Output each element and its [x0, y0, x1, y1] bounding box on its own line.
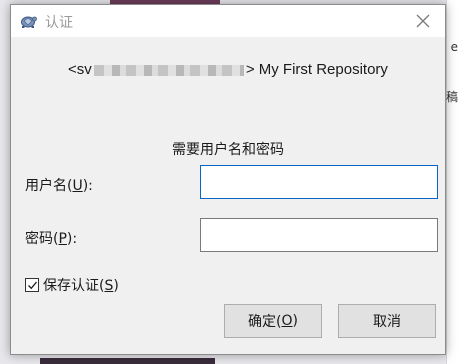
prompt-text: 需要用户名和密码	[172, 142, 284, 158]
checkmark-icon	[27, 281, 37, 289]
ok-button[interactable]: 确定(O)	[224, 304, 322, 338]
cancel-button[interactable]: 取消	[338, 304, 436, 338]
username-label: 用户名(U):	[25, 178, 93, 194]
background-text: 稿	[445, 90, 458, 104]
background-window-edge: e 稿	[446, 0, 460, 364]
background-window-strip-bottom	[40, 358, 215, 364]
close-icon	[416, 14, 430, 28]
redacted-url	[93, 64, 244, 76]
repository-name: > My First Repository	[245, 61, 388, 78]
close-button[interactable]	[401, 5, 445, 37]
background-text: e	[450, 40, 458, 54]
auth-dialog: 认证 <sv > My First Repository 需要用户名和密码 用户名…	[10, 4, 446, 355]
dialog-title: 认证	[45, 15, 73, 31]
tortoise-icon	[19, 13, 37, 29]
password-input[interactable]	[200, 218, 438, 252]
repository-line: <sv > My First Repository	[11, 61, 445, 78]
password-label: 密码(P):	[25, 231, 78, 247]
username-input[interactable]	[200, 165, 438, 199]
save-auth-checkbox-row[interactable]: 保存认证(S)	[25, 275, 119, 295]
repository-url-prefix: <sv	[68, 61, 92, 78]
titlebar: 认证	[11, 5, 445, 37]
save-auth-checkbox[interactable]	[25, 278, 39, 292]
save-auth-label: 保存认证(S)	[43, 278, 119, 294]
